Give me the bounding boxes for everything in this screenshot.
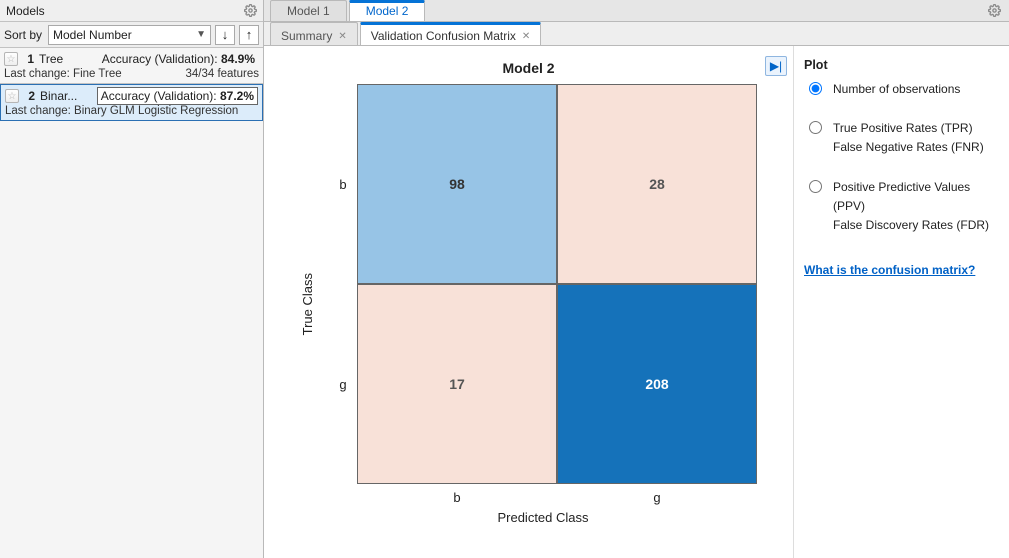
cell-g-b: 17 <box>357 284 557 484</box>
y-axis-label: True Class <box>300 273 315 335</box>
sort-dropdown-value: Model Number <box>53 28 132 42</box>
tabs-gear-button[interactable] <box>979 0 1009 21</box>
chart-title: Model 2 <box>274 60 783 76</box>
chevron-down-icon: ▼ <box>196 29 206 40</box>
radio-tpr-fnr-label: True Positive Rates (TPR) False Negative… <box>833 119 984 157</box>
expand-chart-button[interactable]: ▶| <box>765 56 787 76</box>
x-axis-label: Predicted Class <box>329 510 757 525</box>
col-label-b: b <box>357 484 557 510</box>
cell-b-g: 28 <box>557 84 757 284</box>
sub-tabs: Summary ✕ Validation Confusion Matrix ✕ <box>264 22 1009 46</box>
tab-summary[interactable]: Summary ✕ <box>270 22 358 45</box>
tab-model1[interactable]: Model 1 <box>270 0 347 21</box>
model-card-2[interactable]: ☆ 2 Binar... Accuracy (Validation): 87.2… <box>0 84 263 121</box>
main-panel: Model 1 Model 2 Summary ✕ Validation Con… <box>264 0 1009 558</box>
star-icon[interactable]: ☆ <box>4 52 18 66</box>
last-change-label: Last change: Fine Tree <box>4 68 122 80</box>
row-label-b: b <box>329 84 357 284</box>
radio-observations[interactable] <box>809 82 822 95</box>
gear-icon <box>987 3 1001 17</box>
models-panel-title: Models <box>6 4 45 18</box>
feature-count: 34/34 features <box>185 68 259 80</box>
col-label-g: g <box>557 484 757 510</box>
radio-ppv-fdr[interactable] <box>809 180 822 193</box>
cell-b-b: 98 <box>357 84 557 284</box>
model-name: Tree <box>39 52 63 66</box>
tab-model2[interactable]: Model 2 <box>349 0 426 21</box>
model-number: 1 <box>22 52 34 66</box>
tab-confusion-matrix[interactable]: Validation Confusion Matrix ✕ <box>360 22 542 45</box>
radio-observations-label: Number of observations <box>833 80 960 99</box>
cell-g-g: 208 <box>557 284 757 484</box>
plot-controls: Plot Number of observations True Positiv… <box>793 46 1009 558</box>
gear-icon[interactable] <box>243 4 257 18</box>
accuracy-badge: Accuracy (Validation): 84.9% <box>98 50 259 68</box>
close-icon[interactable]: ✕ <box>522 31 530 42</box>
plot-controls-heading: Plot <box>804 58 999 72</box>
close-icon[interactable]: ✕ <box>338 31 346 42</box>
model-tabs: Model 1 Model 2 <box>264 0 1009 22</box>
models-panel-header: Models <box>0 0 263 22</box>
chart-area: ▶| Model 2 True Class b 98 28 g 17 208 b… <box>264 46 793 558</box>
sort-desc-button[interactable]: ↓ <box>215 25 235 45</box>
sort-asc-button[interactable]: ↑ <box>239 25 259 45</box>
help-link[interactable]: What is the confusion matrix? <box>804 263 975 277</box>
confusion-matrix: b 98 28 g 17 208 b g <box>329 84 757 510</box>
model-number: 2 <box>23 89 35 103</box>
radio-ppv-fdr-label: Positive Predictive Values (PPV) False D… <box>833 178 999 236</box>
sort-label: Sort by <box>4 28 42 42</box>
accuracy-badge: Accuracy (Validation): 87.2% <box>97 87 258 105</box>
radio-tpr-fnr[interactable] <box>809 121 822 134</box>
model-card-1[interactable]: ☆ 1 Tree Accuracy (Validation): 84.9% La… <box>0 48 263 84</box>
models-panel: Models Sort by Model Number ▼ ↓ ↑ ☆ 1 Tr… <box>0 0 264 558</box>
star-icon[interactable]: ☆ <box>5 89 19 103</box>
sort-dropdown[interactable]: Model Number ▼ <box>48 25 211 45</box>
model-list: ☆ 1 Tree Accuracy (Validation): 84.9% La… <box>0 48 263 558</box>
row-label-g: g <box>329 284 357 484</box>
sort-row: Sort by Model Number ▼ ↓ ↑ <box>0 22 263 48</box>
last-change-label: Last change: Binary GLM Logistic Regress… <box>5 105 238 117</box>
model-name: Binar... <box>40 89 77 103</box>
